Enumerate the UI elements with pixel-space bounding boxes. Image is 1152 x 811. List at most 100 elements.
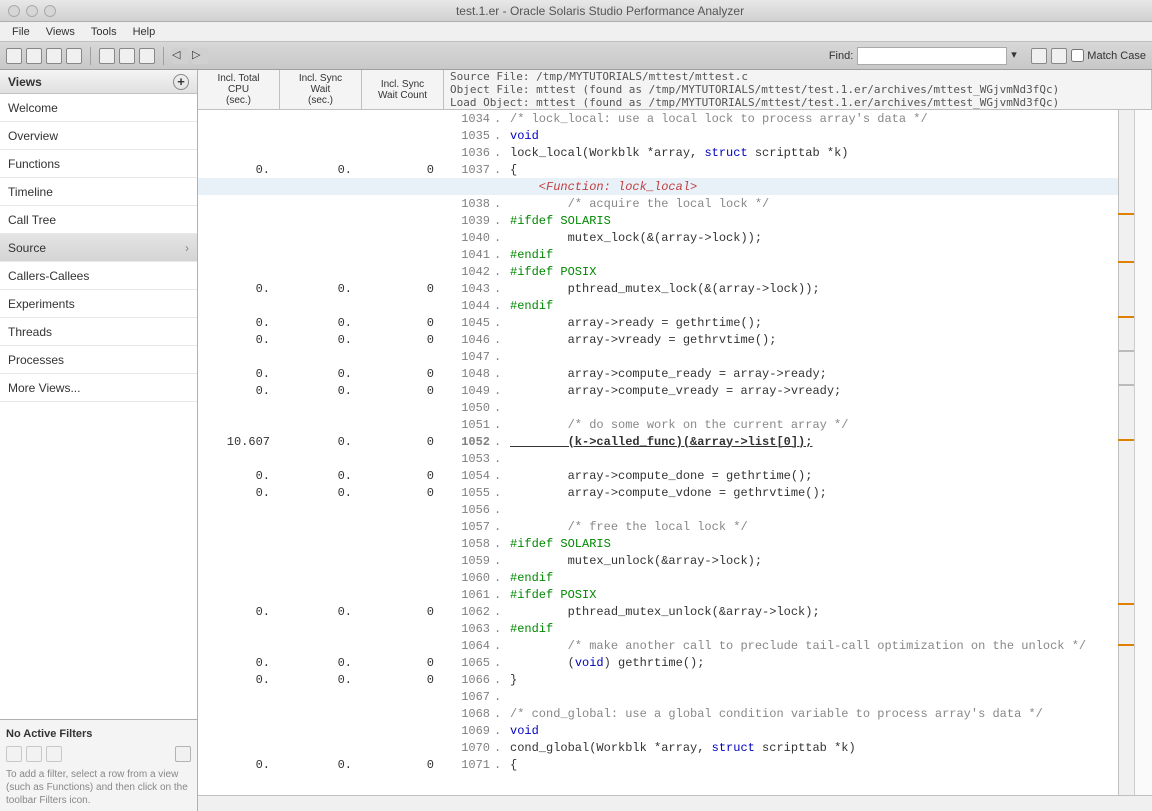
sidebar-item-threads[interactable]: Threads	[0, 318, 197, 346]
zoom-icon[interactable]	[44, 5, 56, 17]
sidebar-item-functions[interactable]: Functions	[0, 150, 197, 178]
chevron-right-icon: ›	[185, 241, 189, 255]
line-number: 1065	[444, 656, 494, 670]
line-dot: .	[494, 520, 510, 534]
nav-fwd-icon[interactable]: ▷	[192, 48, 208, 64]
source-row[interactable]: 1059. mutex_unlock(&array->lock);	[198, 552, 1118, 569]
menu-file[interactable]: File	[6, 24, 36, 40]
source-row[interactable]: 1038. /* acquire the local lock */	[198, 195, 1118, 212]
code-text: void	[510, 724, 1118, 738]
content: Incl. Total CPU (sec.) Incl. Sync Wait (…	[198, 70, 1152, 811]
sidebar-item-experiments[interactable]: Experiments	[0, 290, 197, 318]
sidebar-item-welcome[interactable]: Welcome	[0, 94, 197, 122]
source-row[interactable]: 1050.	[198, 399, 1118, 416]
source-row[interactable]: 1067.	[198, 688, 1118, 705]
source-row[interactable]: 1035.void	[198, 127, 1118, 144]
source-row[interactable]: 0.0.01048. array->compute_ready = array-…	[198, 365, 1118, 382]
source-row[interactable]: 1036.lock_local(Workblk *array, struct s…	[198, 144, 1118, 161]
delete-icon[interactable]	[46, 746, 62, 762]
dropdown-icon[interactable]: ▾	[1011, 48, 1027, 64]
window-controls[interactable]	[8, 5, 56, 17]
undo-icon[interactable]	[6, 746, 22, 762]
source-row[interactable]: 0.0.01043. pthread_mutex_lock(&(array->l…	[198, 280, 1118, 297]
metric-swc: 0	[362, 384, 444, 398]
gear-icon[interactable]	[119, 48, 135, 64]
source-row[interactable]: 1060.#endif	[198, 569, 1118, 586]
source-row[interactable]: 1042.#ifdef POSIX	[198, 263, 1118, 280]
metric-cpu: 0.	[198, 316, 280, 330]
toolbar-icon-1[interactable]	[6, 48, 22, 64]
metric-sw: 0.	[280, 673, 362, 687]
source-row[interactable]: 1057. /* free the local lock */	[198, 518, 1118, 535]
line-number: 1051	[444, 418, 494, 432]
horizontal-scrollbar[interactable]	[198, 795, 1152, 811]
find-next-icon[interactable]	[1051, 48, 1067, 64]
nav-back-icon[interactable]: ◁	[172, 48, 188, 64]
source-row[interactable]: 1064. /* make another call to preclude t…	[198, 637, 1118, 654]
source-row[interactable]: 1068./* cond_global: use a global condit…	[198, 705, 1118, 722]
source-row[interactable]: 0.0.01037.{	[198, 161, 1118, 178]
source-row[interactable]: 0.0.01066.}	[198, 671, 1118, 688]
sidebar-item-source[interactable]: Source›	[0, 234, 197, 262]
sidebar-item-more-views-[interactable]: More Views...	[0, 374, 197, 402]
info-icon[interactable]	[139, 48, 155, 64]
code-body[interactable]: 1034./* lock_local: use a local lock to …	[198, 110, 1118, 795]
match-case-checkbox[interactable]: Match Case	[1071, 49, 1146, 62]
source-row[interactable]: 1063.#endif	[198, 620, 1118, 637]
line-dot: .	[494, 231, 510, 245]
source-row[interactable]: 1041.#endif	[198, 246, 1118, 263]
toolbar-icon-3[interactable]	[46, 48, 62, 64]
sidebar-item-call-tree[interactable]: Call Tree	[0, 206, 197, 234]
source-row[interactable]: 1053.	[198, 450, 1118, 467]
source-row[interactable]: 0.0.01054. array->compute_done = gethrti…	[198, 467, 1118, 484]
source-row[interactable]: 1069.void	[198, 722, 1118, 739]
toolbar-icon-4[interactable]	[66, 48, 82, 64]
source-row[interactable]: 1058.#ifdef SOLARIS	[198, 535, 1118, 552]
source-row[interactable]: <Function: lock_local>	[198, 178, 1118, 195]
sidebar-item-overview[interactable]: Overview	[0, 122, 197, 150]
col-cpu[interactable]: Incl. Total CPU (sec.)	[198, 70, 280, 109]
redo-icon[interactable]	[26, 746, 42, 762]
toolbar-icon-2[interactable]	[26, 48, 42, 64]
match-case-input[interactable]	[1071, 49, 1084, 62]
source-row[interactable]: 1047.	[198, 348, 1118, 365]
line-dot: .	[494, 673, 510, 687]
filter-icon[interactable]	[99, 48, 115, 64]
line-dot: .	[494, 605, 510, 619]
add-view-icon[interactable]: +	[173, 74, 189, 90]
source-row[interactable]: 1056.	[198, 501, 1118, 518]
source-row[interactable]: 0.0.01055. array->compute_vdone = gethrv…	[198, 484, 1118, 501]
source-row[interactable]: 1044.#endif	[198, 297, 1118, 314]
metric-cpu: 0.	[198, 282, 280, 296]
source-row[interactable]: 0.0.01065. (void) gethrtime();	[198, 654, 1118, 671]
sidebar-item-timeline[interactable]: Timeline	[0, 178, 197, 206]
menu-help[interactable]: Help	[127, 24, 162, 40]
col-sync-wait[interactable]: Incl. Sync Wait (sec.)	[280, 70, 362, 109]
source-row[interactable]: 1039.#ifdef SOLARIS	[198, 212, 1118, 229]
source-row[interactable]: 0.0.01049. array->compute_vready = array…	[198, 382, 1118, 399]
find-prev-icon[interactable]	[1031, 48, 1047, 64]
source-row[interactable]: 1070.cond_global(Workblk *array, struct …	[198, 739, 1118, 756]
col-sync-wait-count[interactable]: Incl. Sync Wait Count	[362, 70, 444, 109]
sidebar-item-processes[interactable]: Processes	[0, 346, 197, 374]
line-number: 1063	[444, 622, 494, 636]
line-number: 1035	[444, 129, 494, 143]
source-row[interactable]: 1061.#ifdef POSIX	[198, 586, 1118, 603]
sidebar-item-callers-callees[interactable]: Callers-Callees	[0, 262, 197, 290]
vertical-scrollbar[interactable]	[1118, 110, 1134, 795]
source-row[interactable]: 1051. /* do some work on the current arr…	[198, 416, 1118, 433]
menu-views[interactable]: Views	[40, 24, 81, 40]
source-row[interactable]: 0.0.01071.{	[198, 756, 1118, 773]
source-row[interactable]: 0.0.01062. pthread_mutex_unlock(&array->…	[198, 603, 1118, 620]
close-icon[interactable]	[8, 5, 20, 17]
source-row[interactable]: 0.0.01045. array->ready = gethrtime();	[198, 314, 1118, 331]
funnel-icon[interactable]	[175, 746, 191, 762]
source-row[interactable]: 1040. mutex_lock(&(array->lock));	[198, 229, 1118, 246]
find-input[interactable]	[857, 47, 1007, 65]
menu-tools[interactable]: Tools	[85, 24, 123, 40]
minimize-icon[interactable]	[26, 5, 38, 17]
code-text: /* lock_local: use a local lock to proce…	[510, 112, 1118, 126]
source-row[interactable]: 0.0.01046. array->vready = gethrvtime();	[198, 331, 1118, 348]
source-row[interactable]: 10.6070.01052. (k->called_func)(&array->…	[198, 433, 1118, 450]
source-row[interactable]: 1034./* lock_local: use a local lock to …	[198, 110, 1118, 127]
